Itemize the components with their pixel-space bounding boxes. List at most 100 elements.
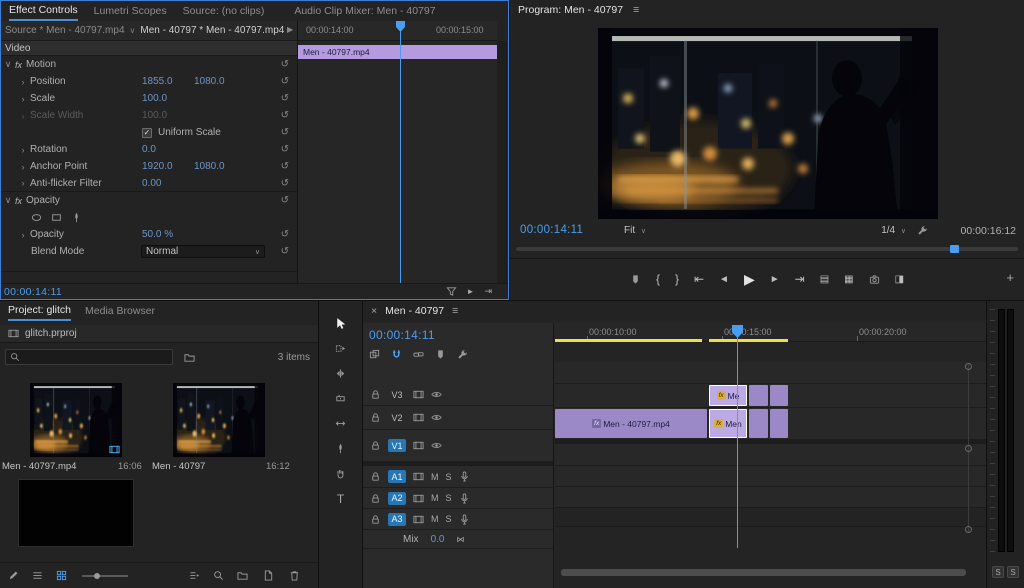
lock-icon[interactable] — [370, 389, 381, 400]
zoom-level-dropdown[interactable]: Fit ∨ — [624, 225, 646, 236]
go-to-in-button[interactable]: ⇤ — [694, 272, 704, 286]
track-output-eye-icon[interactable] — [431, 412, 442, 423]
sync-lock-icon[interactable] — [413, 514, 424, 525]
twirl-opacity-icon[interactable]: › — [16, 230, 30, 240]
timeline-settings-wrench-icon[interactable] — [457, 349, 468, 360]
lock-icon[interactable] — [370, 440, 381, 451]
timeline-timecode[interactable]: 00:00:14:11 — [369, 328, 435, 342]
twirl-position-icon[interactable]: › — [16, 77, 30, 87]
add-marker-button[interactable] — [630, 274, 641, 285]
delete-icon[interactable] — [289, 570, 300, 581]
find-icon[interactable] — [213, 570, 224, 581]
play-around-icon[interactable]: ► — [467, 287, 475, 296]
step-back-button[interactable]: ◄ — [719, 274, 729, 285]
tool-razor[interactable] — [319, 386, 362, 411]
play-in-out-icon[interactable]: ⇥ — [484, 286, 492, 297]
tab-project[interactable]: Project: glitch — [8, 301, 71, 321]
mini-playhead-line[interactable] — [400, 21, 401, 283]
twirl-anchor-icon[interactable]: › — [16, 162, 30, 172]
sync-lock-icon[interactable] — [413, 440, 424, 451]
mix-meter-icon[interactable]: ⋈ — [456, 535, 464, 544]
tab-program[interactable]: Program: Men - 40797 — [518, 1, 623, 19]
mark-in-button[interactable]: { — [656, 272, 660, 286]
mix-value[interactable]: 0.0 — [431, 534, 445, 545]
extract-button[interactable]: ▦ — [844, 274, 853, 285]
sync-lock-icon[interactable] — [413, 389, 424, 400]
readonly-pencil-icon[interactable] — [8, 570, 19, 581]
scrubber-playhead[interactable] — [950, 245, 959, 253]
collapse-motion-icon[interactable]: ∨ — [1, 59, 15, 70]
voiceover-mic-icon[interactable] — [459, 471, 470, 482]
search-input[interactable] — [24, 352, 154, 363]
snap-magnet-icon[interactable] — [391, 349, 402, 360]
track-badge-v2[interactable]: V2 — [388, 411, 406, 424]
clip-thumbnail[interactable] — [173, 383, 265, 457]
tab-effect-controls[interactable]: Effect Controls — [9, 1, 78, 21]
pen-mask-icon[interactable] — [71, 212, 82, 223]
lock-icon[interactable] — [370, 412, 381, 423]
timeline-clip[interactable] — [749, 409, 768, 438]
track-badge-a3[interactable]: A3 — [388, 513, 406, 526]
panel-scroll-arrow-icon[interactable]: ▶ — [287, 25, 293, 34]
new-item-icon[interactable] — [263, 570, 274, 581]
sync-lock-icon[interactable] — [413, 412, 424, 423]
tool-ripple-edit[interactable] — [319, 361, 362, 386]
button-editor-button[interactable]: + — [1006, 270, 1014, 285]
mute-button[interactable]: M — [431, 514, 439, 524]
effect-scrollbar[interactable] — [497, 41, 507, 283]
track-badge-v3[interactable]: V3 — [388, 388, 406, 401]
tool-pen[interactable] — [319, 436, 362, 461]
reset-motion-button[interactable]: ↺ — [281, 59, 289, 70]
track-badge-a1[interactable]: A1 — [388, 470, 406, 483]
bin-path-icon[interactable] — [184, 352, 195, 363]
voiceover-mic-icon[interactable] — [459, 514, 470, 525]
lift-button[interactable]: ▤ — [820, 274, 829, 285]
playback-resolution-dropdown[interactable]: 1/4 ∨ — [881, 225, 906, 236]
go-to-out-button[interactable]: ⇥ — [795, 272, 805, 286]
solo-button[interactable]: S — [446, 472, 452, 482]
clip-thumbnail[interactable] — [30, 383, 122, 457]
solo-left-button[interactable]: S — [992, 566, 1004, 578]
linked-selection-icon[interactable] — [413, 349, 424, 360]
clip-name[interactable]: Men - 40797.mp4 — [2, 461, 114, 472]
lock-icon[interactable] — [370, 514, 381, 525]
opacity-group-label[interactable]: Opacity — [26, 195, 60, 206]
track-content-a3[interactable] — [555, 487, 986, 508]
reset-rotation-button[interactable]: ↺ — [281, 144, 289, 155]
tab-media-browser[interactable]: Media Browser — [85, 305, 155, 317]
solo-right-button[interactable]: S — [1007, 566, 1019, 578]
track-output-eye-icon[interactable] — [431, 440, 442, 451]
track-content-v2[interactable]: fx Me — [555, 384, 986, 408]
reset-opacity-value-button[interactable]: ↺ — [281, 229, 289, 240]
twirl-rotation-icon[interactable]: › — [16, 145, 30, 155]
clip-name[interactable]: Men - 40797 — [152, 461, 262, 472]
solo-button[interactable]: S — [446, 493, 452, 503]
track-content-v1[interactable]: fx Men - 40797.mp4 fx Men — [555, 408, 986, 440]
tab-lumetri-scopes[interactable]: Lumetri Scopes — [94, 5, 167, 17]
program-timecode[interactable]: 00:00:14:11 — [520, 224, 583, 236]
timeline-clip-v1-main[interactable]: fx Men - 40797.mp4 — [555, 409, 707, 438]
fx-icon[interactable]: fx — [15, 196, 22, 206]
icon-view-icon[interactable] — [56, 570, 67, 581]
list-view-icon[interactable] — [32, 570, 43, 581]
export-frame-button[interactable] — [869, 274, 880, 285]
fx-icon[interactable]: fx — [15, 60, 22, 70]
anchor-y-value[interactable]: 1080.0 — [194, 161, 225, 172]
timeline-playhead-line[interactable] — [737, 328, 738, 548]
reset-opacity-button[interactable]: ↺ — [281, 195, 289, 206]
position-y-value[interactable]: 1080.0 — [194, 76, 225, 87]
timeline-clip-v2-selected[interactable]: fx Me — [709, 385, 747, 406]
reset-position-button[interactable]: ↺ — [281, 76, 289, 87]
sync-lock-icon[interactable] — [413, 493, 424, 504]
tab-sequence[interactable]: Men - 40797 — [385, 302, 444, 320]
reset-uniform-scale-button[interactable]: ↺ — [281, 127, 289, 138]
mark-out-button[interactable]: } — [675, 272, 679, 286]
collapse-opacity-icon[interactable]: ∨ — [1, 195, 15, 206]
add-marker-icon[interactable] — [435, 349, 446, 360]
new-bin-icon[interactable] — [237, 570, 248, 581]
rect-mask-icon[interactable] — [51, 212, 62, 223]
search-box[interactable] — [5, 349, 173, 365]
timeline-clip[interactable] — [749, 385, 768, 406]
program-scrubber[interactable] — [516, 243, 1018, 255]
filter-keyframes-funnel-icon[interactable] — [446, 286, 457, 297]
